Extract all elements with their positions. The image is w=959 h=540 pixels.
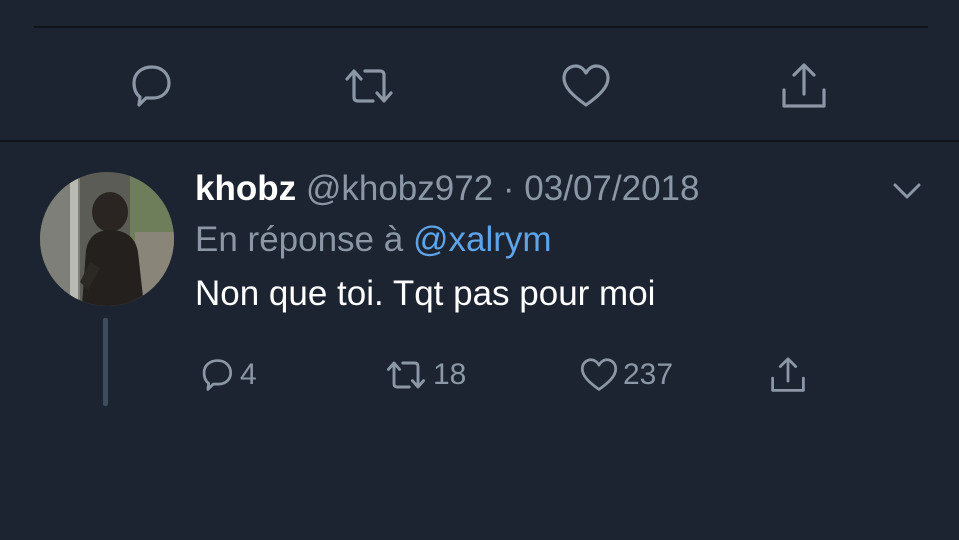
speech-bubble-icon	[202, 359, 233, 391]
like-count-button[interactable]: 237	[579, 352, 673, 398]
reply-context: En réponse à @xalrym	[195, 219, 915, 261]
share-tweet-button[interactable]	[768, 352, 808, 398]
reply-tweet: khobz @khobz972 · 03/07/2018 En réponse …	[195, 168, 915, 315]
reply-button[interactable]	[123, 58, 179, 114]
like-count: 237	[623, 358, 674, 391]
reply-prefix: En réponse à	[195, 220, 404, 259]
share-upload-icon	[782, 63, 826, 108]
reply-count-button[interactable]: 4	[198, 352, 257, 398]
retweet-button[interactable]	[341, 58, 397, 114]
retweet-count: 18	[433, 358, 467, 391]
tweet-divider	[0, 140, 959, 142]
header-separator: ·	[502, 169, 515, 208]
tweet-date[interactable]: 03/07/2018	[524, 169, 699, 208]
tweet-menu-button[interactable]	[890, 176, 924, 206]
avatar[interactable]	[40, 172, 174, 306]
reply-tweet-action-bar: 4 18 237	[0, 352, 959, 398]
heart-icon	[580, 358, 618, 391]
retweet-icon	[345, 69, 393, 103]
user-handle[interactable]: @khobz972	[306, 169, 493, 208]
like-button[interactable]	[558, 58, 614, 114]
previous-tweet-action-bar	[0, 58, 959, 118]
retweet-icon	[386, 361, 426, 389]
tweet-text: Non que toi. Tqt pas pour moi	[195, 274, 656, 313]
speech-bubble-icon	[132, 65, 171, 107]
avatar-photo	[40, 172, 174, 306]
twitter-thread-view: khobz @khobz972 · 03/07/2018 En réponse …	[0, 0, 959, 540]
tweet-header: khobz @khobz972 · 03/07/2018	[195, 168, 915, 210]
top-divider	[34, 26, 928, 28]
share-upload-icon	[771, 357, 805, 392]
heart-icon	[562, 64, 610, 107]
display-name[interactable]: khobz	[195, 169, 296, 208]
share-button[interactable]	[776, 58, 832, 114]
retweet-count-button[interactable]: 18	[383, 352, 466, 398]
reply-count: 4	[240, 358, 257, 391]
chevron-down-icon	[893, 183, 921, 199]
reply-to-mention[interactable]: @xalrym	[413, 220, 552, 259]
